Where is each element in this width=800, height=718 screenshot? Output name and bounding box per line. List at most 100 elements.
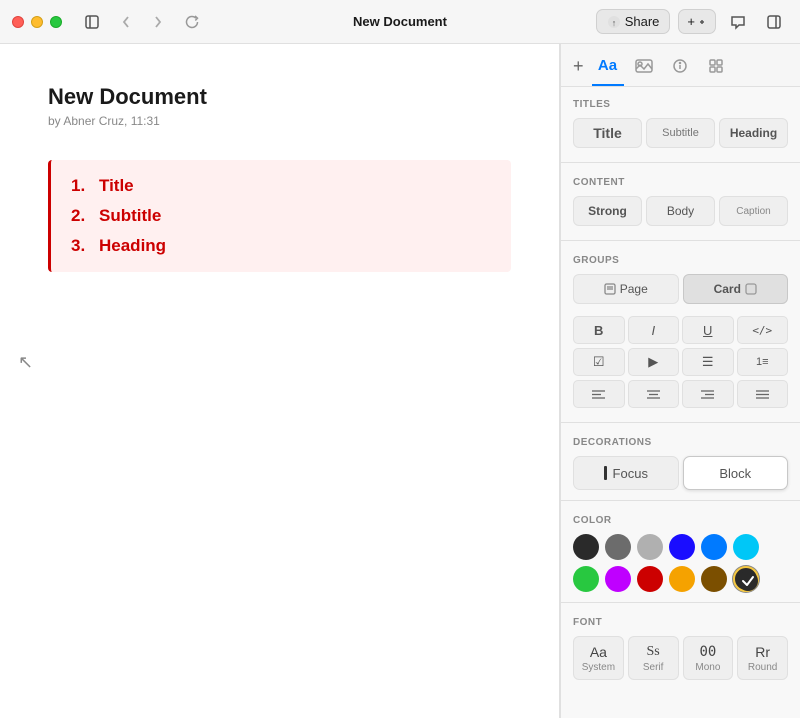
panel-tab-plus[interactable]: + <box>573 56 584 85</box>
font-round-sub: Round <box>748 662 777 673</box>
decorations-section: DECORATIONS Focus Block <box>561 425 800 498</box>
cursor-indicator: ↖ <box>18 352 33 373</box>
font-grid: Aa System Ss Serif 00 Mono Rr Round <box>573 636 788 680</box>
caption-style-chip[interactable]: Caption <box>719 196 788 226</box>
list-text-2: Subtitle <box>99 206 161 226</box>
divider-4 <box>561 500 800 501</box>
groups-label: GROUPS <box>573 255 788 266</box>
sidebar-toggle-button[interactable] <box>78 8 106 36</box>
color-selected[interactable] <box>733 566 759 592</box>
font-system[interactable]: Aa System <box>573 636 624 680</box>
divider-5 <box>561 602 800 603</box>
color-bright-blue[interactable] <box>669 534 695 560</box>
checkbox-button[interactable]: ☑ <box>573 348 625 376</box>
focus-button[interactable]: Focus <box>573 456 679 490</box>
titlebar-left-controls <box>78 8 206 36</box>
titles-grid: Title Subtitle Heading <box>573 118 788 148</box>
titles-label: TITLES <box>573 99 788 110</box>
share-button[interactable]: ↑ Share <box>596 9 671 34</box>
list-item: 1. Title <box>71 176 491 196</box>
bullet-list-button[interactable]: ☰ <box>682 348 734 376</box>
main-layout: New Document by Abner Cruz, 11:31 1. Tit… <box>0 44 800 718</box>
play-button[interactable]: ▶ <box>628 348 680 376</box>
content-section: CONTENT Strong Body Caption <box>561 165 800 238</box>
code-button[interactable]: </> <box>737 316 789 344</box>
align-center-button[interactable] <box>628 380 680 408</box>
refresh-button[interactable] <box>178 8 206 36</box>
color-green[interactable] <box>573 566 599 592</box>
color-purple[interactable] <box>605 566 631 592</box>
document-title: New Document <box>353 14 447 29</box>
underline-button[interactable]: U <box>682 316 734 344</box>
divider-1 <box>561 162 800 163</box>
font-serif[interactable]: Ss Serif <box>628 636 679 680</box>
fullscreen-button[interactable] <box>50 16 62 28</box>
panel-tab-aa[interactable]: Aa <box>592 54 624 86</box>
focus-bar-icon <box>604 466 607 480</box>
panel-tab-image[interactable] <box>628 54 660 86</box>
groups-row: Page Card <box>573 274 788 304</box>
traffic-lights <box>12 16 62 28</box>
font-serif-sub: Serif <box>643 662 664 673</box>
bold-button[interactable]: B <box>573 316 625 344</box>
forward-button[interactable] <box>146 10 170 34</box>
panel-tab-bar: + Aa <box>561 44 800 87</box>
color-light-gray[interactable] <box>637 534 663 560</box>
doc-meta: by Abner Cruz, 11:31 <box>48 114 511 128</box>
font-round-label: Rr <box>755 644 770 660</box>
color-red[interactable] <box>637 566 663 592</box>
close-button[interactable] <box>12 16 24 28</box>
strong-style-chip[interactable]: Strong <box>573 196 642 226</box>
content-label: CONTENT <box>573 177 788 188</box>
number-list-button[interactable]: 1≡ <box>737 348 789 376</box>
italic-button[interactable]: I <box>628 316 680 344</box>
back-button[interactable] <box>114 10 138 34</box>
color-blue[interactable] <box>701 534 727 560</box>
subtitle-style-chip[interactable]: Subtitle <box>646 118 715 148</box>
font-serif-label: Ss <box>647 644 660 660</box>
minimize-button[interactable] <box>31 16 43 28</box>
card-group-chip[interactable]: Card <box>683 274 789 304</box>
align-right-button[interactable] <box>682 380 734 408</box>
list-text-3: Heading <box>99 236 166 256</box>
color-brown[interactable] <box>701 566 727 592</box>
titlebar: New Document ↑ Share + <box>0 0 800 44</box>
format-row-2: ☑ ▶ ☰ 1≡ <box>573 348 788 376</box>
font-mono-sub: Mono <box>695 662 720 673</box>
font-round[interactable]: Rr Round <box>737 636 788 680</box>
reader-view-button[interactable] <box>760 8 788 36</box>
panel-tab-info[interactable] <box>664 54 696 86</box>
color-grid <box>573 534 788 592</box>
add-button[interactable]: + <box>678 9 716 34</box>
format-buttons-section: B I U </> ☑ ▶ ☰ 1≡ <box>561 312 800 420</box>
list-num-1: 1. <box>71 176 91 196</box>
title-style-chip[interactable]: Title <box>573 118 642 148</box>
color-cyan[interactable] <box>733 534 759 560</box>
document-area: New Document by Abner Cruz, 11:31 1. Tit… <box>0 44 560 718</box>
decorations-label: DECORATIONS <box>573 437 788 448</box>
color-dark-gray[interactable] <box>605 534 631 560</box>
heading-style-chip[interactable]: Heading <box>719 118 788 148</box>
font-mono-label: 00 <box>699 644 716 660</box>
font-system-sub: System <box>582 662 615 673</box>
panel-tab-grid[interactable] <box>700 54 732 86</box>
content-block: 1. Title 2. Subtitle 3. Heading <box>48 160 511 272</box>
color-orange[interactable] <box>669 566 695 592</box>
color-label: COLOR <box>573 515 788 526</box>
justify-button[interactable] <box>737 380 789 408</box>
align-left-button[interactable] <box>573 380 625 408</box>
content-grid: Strong Body Caption <box>573 196 788 226</box>
svg-text:↑: ↑ <box>611 18 616 28</box>
page-group-chip[interactable]: Page <box>573 274 679 304</box>
font-system-label: Aa <box>590 644 607 660</box>
format-row-1: B I U </> <box>573 316 788 344</box>
body-style-chip[interactable]: Body <box>646 196 715 226</box>
titlebar-right-controls: ↑ Share + <box>596 8 788 36</box>
groups-section: GROUPS Page Card <box>561 243 800 312</box>
font-section: FONT Aa System Ss Serif 00 Mono Rr Round <box>561 605 800 688</box>
titles-section: TITLES Title Subtitle Heading <box>561 87 800 160</box>
block-button[interactable]: Block <box>683 456 789 490</box>
chat-button[interactable] <box>724 8 752 36</box>
color-black[interactable] <box>573 534 599 560</box>
font-mono[interactable]: 00 Mono <box>683 636 734 680</box>
